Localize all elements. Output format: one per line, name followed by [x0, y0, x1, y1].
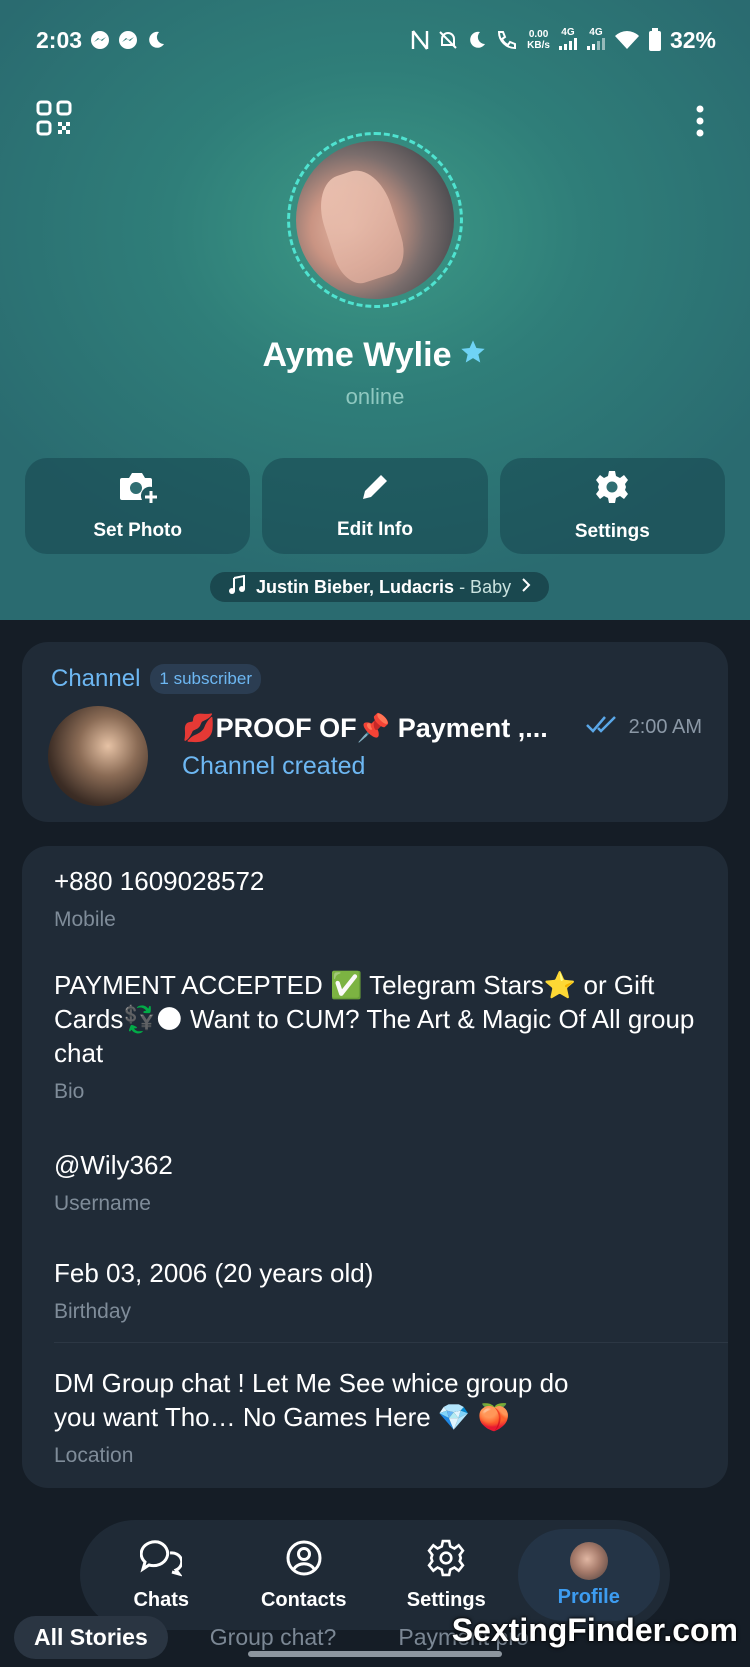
- profile-name: Ayme Wylie: [0, 336, 750, 375]
- location-row[interactable]: DM Group chat ! Let Me See whice group d…: [54, 1366, 614, 1468]
- moon-icon: [467, 30, 487, 50]
- pencil-icon: [359, 471, 391, 509]
- music-song: - Baby: [454, 576, 512, 597]
- nav-chats[interactable]: Chats: [90, 1529, 233, 1621]
- profile-avatar[interactable]: [287, 132, 463, 308]
- avatar-photo: [296, 141, 454, 299]
- profile-avatar-icon: [569, 1541, 608, 1580]
- wifi-call-icon: [495, 29, 519, 51]
- battery-percent: 32%: [669, 26, 716, 53]
- settings-button[interactable]: Settings: [499, 458, 725, 554]
- channel-label: Channel: [51, 665, 141, 692]
- channel-title: 💋PROOF OF📌 Payment ,...: [182, 713, 548, 743]
- profile-music[interactable]: Justin Bieber, Ludacris - Baby: [210, 572, 550, 602]
- contact-person-icon: [285, 1539, 323, 1583]
- bio-label: Bio: [54, 1080, 85, 1103]
- wifi-icon: [614, 29, 640, 51]
- music-note-icon: [228, 574, 246, 600]
- nav-contacts[interactable]: Contacts: [233, 1529, 376, 1621]
- signal-2: 4G: [586, 27, 606, 53]
- net-speed: 0.00 KB/s: [527, 29, 550, 51]
- location-label: Location: [54, 1444, 134, 1467]
- profile-header: 2:03 0.00 KB/s 4G 4G 32% Ayme Wylie onli…: [0, 0, 750, 620]
- bell-off-icon: [437, 29, 459, 51]
- username-row[interactable]: @Wily362 Username: [54, 1148, 704, 1216]
- edit-info-button[interactable]: Edit Info: [262, 458, 488, 554]
- online-status: online: [345, 384, 405, 409]
- birthday-label: Birthday: [54, 1300, 132, 1323]
- bio-text: PAYMENT ACCEPTED ✅ Telegram Stars⭐ or Gi…: [54, 970, 695, 1068]
- channel-last-message: Channel created: [182, 752, 366, 780]
- signal-1: 4G: [558, 27, 578, 53]
- home-indicator[interactable]: [248, 1651, 502, 1657]
- gear-icon: [594, 469, 630, 511]
- bio-row[interactable]: PAYMENT ACCEPTED ✅ Telegram Stars⭐ or Gi…: [54, 968, 704, 1104]
- personal-channel-card[interactable]: Channel 1 subscriber 💋PROOF OF📌 Payment …: [22, 642, 728, 822]
- birthday-row[interactable]: Feb 03, 2006 (20 years old) Birthday: [54, 1256, 704, 1324]
- location-text: DM Group chat ! Let Me See whice group d…: [54, 1368, 569, 1432]
- nav-settings[interactable]: Settings: [375, 1529, 518, 1621]
- phone-row[interactable]: +880 1609028572 Mobile: [54, 864, 704, 932]
- profile-info-card: +880 1609028572 Mobile PAYMENT ACCEPTED …: [22, 846, 728, 1488]
- camera-add-icon: [118, 470, 158, 510]
- qr-code-icon[interactable]: [36, 100, 72, 136]
- nfc-icon: [411, 29, 429, 51]
- channel-avatar: [48, 706, 148, 806]
- story-tab-all[interactable]: All Stories: [14, 1615, 168, 1659]
- chevron-right-icon: [521, 577, 531, 598]
- username: @Wily362: [54, 1150, 173, 1180]
- messenger-icon: [90, 30, 110, 50]
- phone-number: +880 1609028572: [54, 866, 265, 896]
- more-options-icon[interactable]: [694, 104, 706, 138]
- watermark: SextingFinder.com: [451, 1612, 738, 1648]
- music-artist: Justin Bieber, Ludacris: [256, 576, 455, 597]
- chat-bubbles-icon: [139, 1539, 184, 1583]
- double-check-icon: [585, 714, 619, 740]
- messenger-icon: [118, 30, 138, 50]
- set-photo-button[interactable]: Set Photo: [25, 458, 251, 554]
- status-bar: 2:03 0.00 KB/s 4G 4G 32%: [0, 22, 750, 58]
- premium-star-icon[interactable]: [459, 336, 487, 375]
- subscriber-badge: 1 subscriber: [150, 664, 262, 694]
- channel-time: 2:00 AM: [585, 714, 702, 740]
- username-label: Username: [54, 1192, 151, 1215]
- gear-icon: [427, 1539, 465, 1583]
- clock: 2:03: [36, 26, 83, 53]
- divider: [54, 1342, 728, 1343]
- nav-profile[interactable]: Profile: [517, 1529, 660, 1621]
- moon-icon: [146, 30, 166, 50]
- battery-icon: [648, 28, 662, 52]
- birthday: Feb 03, 2006 (20 years old): [54, 1258, 374, 1288]
- phone-label: Mobile: [54, 908, 116, 931]
